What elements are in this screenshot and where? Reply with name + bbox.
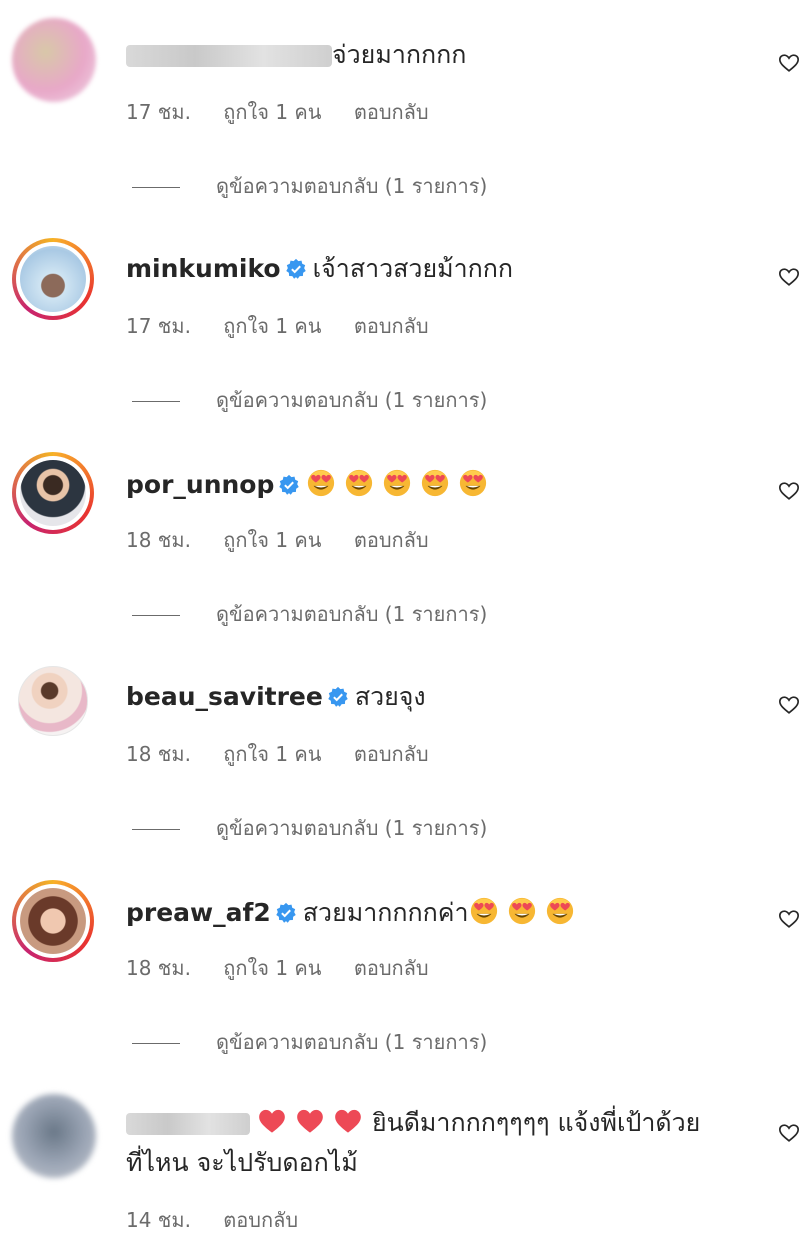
verified-badge-icon — [279, 474, 300, 495]
reply-button[interactable]: ตอบกลับ — [223, 1208, 298, 1232]
likes-count[interactable]: ถูกใจ 1 คน — [223, 742, 321, 766]
heart-outline-icon[interactable] — [778, 52, 800, 74]
avatar[interactable] — [12, 880, 94, 962]
verified-badge-icon — [328, 686, 348, 707]
red-heart-emoji — [297, 1109, 323, 1133]
emoji-row — [306, 469, 496, 499]
avatar-image — [20, 246, 86, 312]
comment-time[interactable]: 18 ชม. — [126, 528, 191, 552]
comment-time[interactable]: 14 ชม. — [126, 1208, 191, 1232]
likes-count[interactable]: ถูกใจ 1 คน — [223, 528, 321, 552]
username[interactable]: por_unnop — [126, 470, 274, 499]
verified-badge-icon — [285, 258, 306, 279]
likes-count[interactable]: ถูกใจ 1 คน — [223, 956, 321, 980]
heart-eyes-emoji — [422, 469, 449, 497]
likes-count[interactable]: ถูกใจ 1 คน — [223, 100, 321, 124]
avatar-image — [20, 888, 86, 954]
avatar[interactable] — [12, 238, 94, 320]
avatar[interactable] — [12, 452, 94, 534]
heart-eyes-emoji — [308, 469, 335, 497]
divider-line — [132, 829, 180, 830]
view-replies-button[interactable]: ดูข้อความตอบกลับ (1 รายการ) — [132, 1026, 487, 1058]
comment-text: สวยมากกกกค่า — [302, 898, 469, 927]
emoji-row — [469, 897, 583, 927]
avatar[interactable] — [18, 666, 88, 736]
blurred-username[interactable] — [126, 45, 332, 67]
reply-button[interactable]: ตอบกลับ — [354, 742, 429, 766]
heart-outline-icon[interactable] — [778, 480, 800, 502]
heart-outline-icon[interactable] — [778, 694, 800, 716]
view-replies-button[interactable]: ดูข้อความตอบกลับ (1 รายการ) — [132, 812, 487, 844]
comment-text: สวยจุง — [354, 682, 426, 711]
reply-button[interactable]: ตอบกลับ — [354, 528, 429, 552]
comment-text-line2: ที่ไหน จะไปรับดอกไม้ — [126, 1148, 358, 1177]
heart-eyes-emoji — [546, 897, 573, 925]
heart-eyes-emoji — [346, 469, 373, 497]
comment-time[interactable]: 18 ชม. — [126, 956, 191, 980]
comment-time[interactable]: 17 ชม. — [126, 100, 191, 124]
comment-time[interactable]: 17 ชม. — [126, 314, 191, 338]
view-replies-button[interactable]: ดูข้อความตอบกลับ (1 รายการ) — [132, 170, 487, 202]
view-replies-label: ดูข้อความตอบกลับ (1 รายการ) — [216, 174, 488, 198]
divider-line — [132, 615, 180, 616]
comment-text-line1: ยินดีมากกกๆๆๆๆ แจ้งพี่เป้าด้วย — [371, 1108, 701, 1137]
avatar-image — [20, 460, 86, 526]
heart-eyes-emoji — [384, 469, 411, 497]
comment-text: จ่วยมากกกก — [332, 40, 467, 69]
avatar[interactable] — [12, 18, 96, 102]
divider-line — [132, 187, 180, 188]
heart-outline-icon[interactable] — [778, 1122, 800, 1144]
avatar-image — [18, 666, 88, 736]
divider-line — [132, 1043, 180, 1044]
comment-text: เจ้าสาวสวยม้ากกก — [312, 254, 514, 283]
heart-eyes-emoji — [460, 469, 487, 497]
heart-outline-icon[interactable] — [778, 908, 800, 930]
red-heart-emoji — [259, 1109, 285, 1133]
avatar[interactable] — [12, 1094, 96, 1178]
username[interactable]: minkumiko — [126, 254, 281, 283]
view-replies-label: ดูข้อความตอบกลับ (1 รายการ) — [216, 388, 488, 412]
view-replies-button[interactable]: ดูข้อความตอบกลับ (1 รายการ) — [132, 384, 487, 416]
divider-line — [132, 401, 180, 402]
username[interactable]: preaw_af2 — [126, 898, 271, 927]
verified-badge-icon — [276, 902, 296, 923]
hearts-row — [258, 1108, 372, 1137]
view-replies-button[interactable]: ดูข้อความตอบกลับ (1 รายการ) — [132, 598, 487, 630]
view-replies-label: ดูข้อความตอบกลับ (1 รายการ) — [216, 602, 488, 626]
red-heart-emoji — [335, 1109, 361, 1133]
reply-button[interactable]: ตอบกลับ — [354, 314, 429, 338]
heart-eyes-emoji — [470, 897, 497, 925]
heart-outline-icon[interactable] — [778, 266, 800, 288]
reply-button[interactable]: ตอบกลับ — [354, 100, 429, 124]
view-replies-label: ดูข้อความตอบกลับ (1 รายการ) — [216, 1030, 488, 1054]
likes-count[interactable]: ถูกใจ 1 คน — [223, 314, 321, 338]
username[interactable]: beau_savitree — [126, 682, 323, 711]
blurred-username[interactable] — [126, 1113, 250, 1135]
comment-time[interactable]: 18 ชม. — [126, 742, 191, 766]
view-replies-label: ดูข้อความตอบกลับ (1 รายการ) — [216, 816, 488, 840]
reply-button[interactable]: ตอบกลับ — [354, 956, 429, 980]
heart-eyes-emoji — [508, 897, 535, 925]
